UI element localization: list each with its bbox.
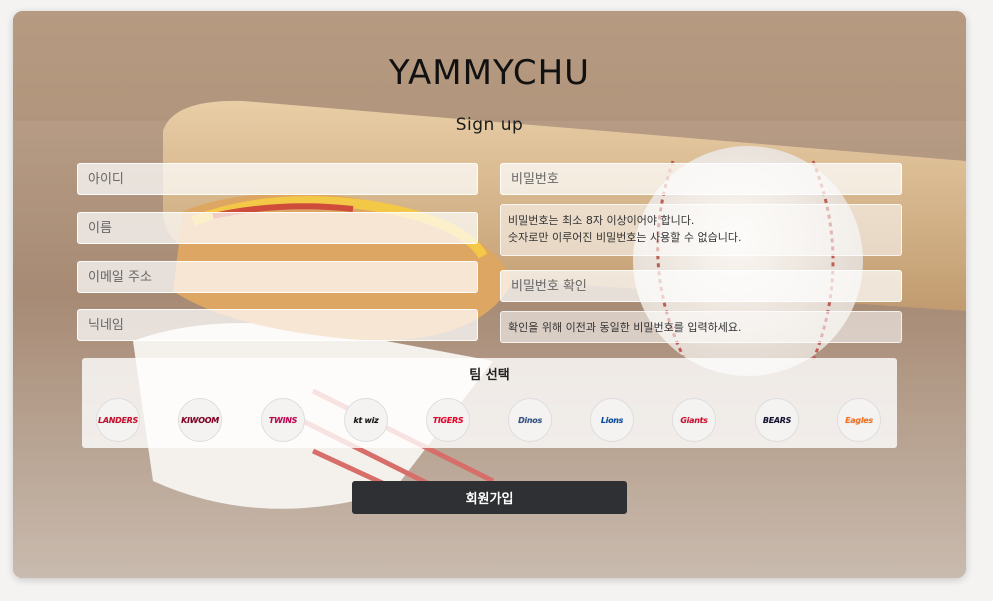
- team-logo-landers[interactable]: LANDERS: [96, 398, 140, 442]
- team-logo-kiwoom[interactable]: KIWOOM: [178, 398, 222, 442]
- password-hint-line2: 숫자로만 이루어진 비밀번호는 사용할 수 없습니다.: [508, 231, 742, 244]
- team-logo-label: Eagles: [845, 415, 873, 425]
- team-logo-label: TIGERS: [432, 415, 464, 425]
- team-logo-label: TWINS: [268, 415, 298, 425]
- nickname-input[interactable]: [77, 309, 478, 341]
- team-logo-dinos[interactable]: Dinos: [508, 398, 552, 442]
- team-logo-label: LANDERS: [98, 415, 138, 425]
- page-subtitle: Sign up: [455, 115, 524, 135]
- team-selector: 팀 선택 LANDERS KIWOOM TWINS kt wiz TIGERS …: [82, 358, 897, 448]
- team-logo-label: Giants: [680, 415, 708, 425]
- signup-button[interactable]: 회원가입: [352, 481, 627, 514]
- team-logo-label: Dinos: [518, 415, 542, 425]
- team-logo-giants[interactable]: Giants: [672, 398, 716, 442]
- team-logo-eagles[interactable]: Eagles: [837, 398, 881, 442]
- team-logo-label: KIWOOM: [181, 415, 219, 425]
- password-hint-line1: 비밀번호는 최소 8자 이상이어야 합니다.: [508, 214, 695, 227]
- team-logo-bears[interactable]: BEARS: [755, 398, 799, 442]
- password-input[interactable]: [500, 163, 902, 195]
- team-logo-label: Lions: [600, 415, 624, 425]
- app-title: YAMMYCHU: [388, 53, 591, 93]
- signup-card: YAMMYCHU Sign up 비밀번호는 최소 8자 이상이어야 합니다. …: [13, 11, 966, 578]
- name-input[interactable]: [77, 212, 478, 244]
- team-logo-ktwiz[interactable]: kt wiz: [344, 398, 388, 442]
- team-selector-title: 팀 선택: [469, 368, 510, 383]
- email-input[interactable]: [77, 261, 478, 293]
- team-logo-label: BEARS: [762, 415, 792, 425]
- team-logo-tigers[interactable]: TIGERS: [426, 398, 470, 442]
- team-logo-label: kt wiz: [353, 415, 379, 425]
- team-logo-lions[interactable]: Lions: [590, 398, 634, 442]
- team-logo-twins[interactable]: TWINS: [261, 398, 305, 442]
- password-confirm-input[interactable]: [500, 270, 902, 302]
- password-confirm-hint: 확인을 위해 이전과 동일한 비밀번호를 입력하세요.: [500, 311, 902, 343]
- password-hint: 비밀번호는 최소 8자 이상이어야 합니다. 숫자로만 이루어진 비밀번호는 사…: [500, 204, 902, 256]
- id-input[interactable]: [77, 163, 478, 195]
